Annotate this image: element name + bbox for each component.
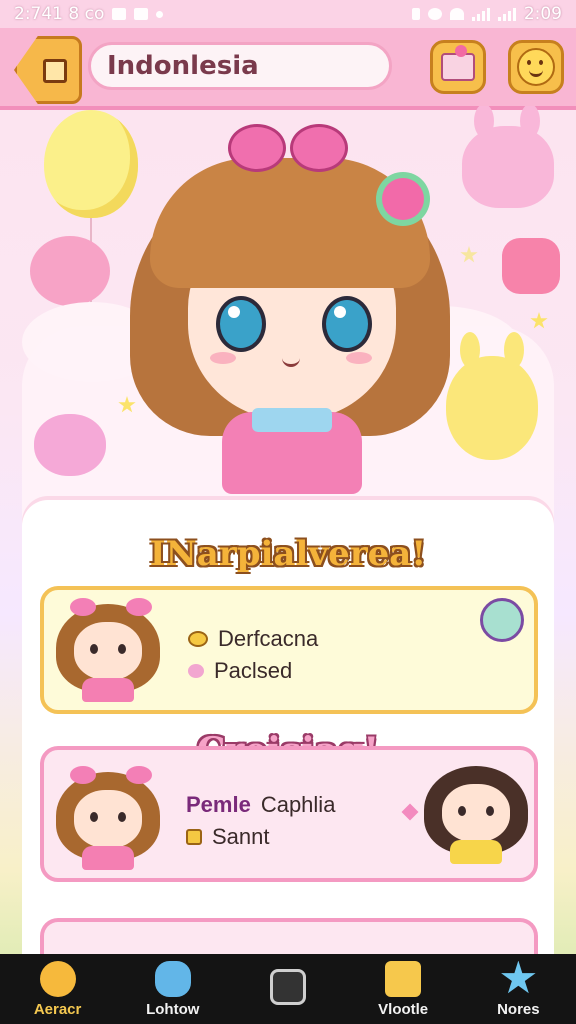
card-1-line-2-text: Paclsed — [214, 658, 293, 683]
chibi-girl-illustration — [130, 116, 450, 496]
blush-left — [210, 352, 236, 364]
jelly-icon — [502, 238, 560, 294]
gift-icon — [441, 45, 475, 81]
alarm-icon — [427, 8, 442, 20]
card-1-line-1-text: Derfcacna — [218, 626, 319, 651]
avatar-bow-icon — [70, 766, 96, 784]
avatar-bow-icon — [70, 598, 96, 616]
search-input[interactable]: Indonlesia — [88, 42, 392, 90]
nav-label-5: Nores — [497, 1000, 540, 1018]
nav-label-2: Lohtow — [146, 1000, 200, 1018]
bottom-nav: Aeracr Lohtow Vlootle Nores — [0, 954, 576, 1024]
back-grid-icon — [43, 59, 67, 83]
badge-icon — [186, 829, 202, 845]
hair-bow-icon — [228, 120, 348, 172]
pink-cat-icon — [34, 414, 106, 476]
profile-card-2[interactable]: Pemle Caphlia Sannt — [40, 746, 538, 882]
nav-label-4: Vlootle — [378, 1000, 429, 1018]
signal-2-icon — [497, 7, 516, 21]
smile-icon — [517, 48, 555, 86]
blush-right — [346, 352, 372, 364]
left-eye — [216, 296, 266, 352]
avatar-shirt — [450, 840, 502, 864]
avatar-left — [56, 766, 160, 870]
stack-icon — [385, 960, 422, 997]
star-icon — [501, 960, 536, 994]
gift-button[interactable] — [430, 40, 486, 94]
status-bar: 2:741 8 ᴄᴏ 2:09 — [0, 0, 576, 28]
avatar-shirt — [82, 678, 134, 702]
avatar-eyes — [90, 812, 98, 822]
avatar-shirt — [82, 846, 134, 870]
hand-icon — [188, 631, 208, 647]
bluetooth-icon — [411, 8, 420, 20]
pink-bunny-icon — [462, 106, 554, 208]
nav-label-1: Aeracr — [33, 1000, 82, 1018]
controller-icon — [154, 960, 191, 997]
yellow-balloon-icon — [44, 110, 138, 218]
nav-item-1[interactable]: Aeracr — [8, 960, 108, 1018]
avatar-right — [424, 760, 528, 864]
card-2-line-2: Sannt — [186, 824, 270, 850]
avatar-eyes — [90, 644, 98, 654]
home-blob-icon — [39, 960, 76, 997]
shield-icon — [134, 8, 149, 20]
status-left: 2:741 8 ᴄᴏ — [14, 4, 164, 24]
avatar-face — [442, 784, 510, 842]
bangs — [150, 158, 430, 288]
card-2-line-1-part-2: Caphlia — [260, 792, 336, 817]
avatar-face — [74, 790, 142, 848]
nav-item-4[interactable]: Vlootle — [353, 960, 453, 1018]
profile-card-1[interactable]: Derfcacna Paclsed — [40, 586, 538, 714]
collar — [252, 408, 332, 432]
signal-icon — [471, 7, 490, 21]
profile-card-3[interactable] — [40, 918, 538, 958]
nav-item-2[interactable]: Lohtow — [123, 960, 223, 1018]
card-1-line-2: Paclsed — [188, 658, 292, 684]
status-left-text: 2:741 8 ᴄᴏ — [14, 4, 105, 24]
notification-icon — [112, 8, 127, 20]
search-value: Indonlesia — [107, 51, 259, 81]
back-button[interactable] — [14, 36, 82, 104]
heart-badge-icon[interactable] — [480, 598, 524, 642]
status-time: 2:09 — [523, 4, 562, 24]
avatar-face — [74, 622, 142, 680]
section-title-1: INarpialverea! — [149, 534, 427, 574]
yellow-bunny-icon — [446, 332, 538, 460]
hero-illustration — [0, 106, 576, 526]
status-right: 2:09 — [411, 4, 562, 24]
star-icon — [530, 312, 548, 329]
heart-icon — [188, 664, 204, 678]
dot-icon — [156, 10, 164, 18]
card-2-line-1-part-1: Pemle — [186, 792, 251, 817]
avatar-eyes — [458, 806, 466, 816]
wifi-icon — [449, 8, 464, 20]
emoji-button[interactable] — [508, 40, 564, 94]
card-2-line-2-text: Sannt — [212, 824, 270, 849]
square-icon — [269, 969, 306, 1005]
star-icon — [460, 246, 478, 263]
card-2-line-1: Pemle Caphlia — [186, 792, 335, 818]
nav-item-3[interactable] — [238, 969, 338, 1009]
avatar — [56, 598, 160, 702]
card-1-line-1: Derfcacna — [188, 626, 318, 652]
nav-item-5[interactable]: Nores — [468, 960, 568, 1018]
app-header: Indonlesia — [0, 28, 576, 110]
flower-clip-icon — [382, 178, 424, 220]
right-eye — [322, 296, 372, 352]
pink-splash-icon — [30, 236, 110, 306]
